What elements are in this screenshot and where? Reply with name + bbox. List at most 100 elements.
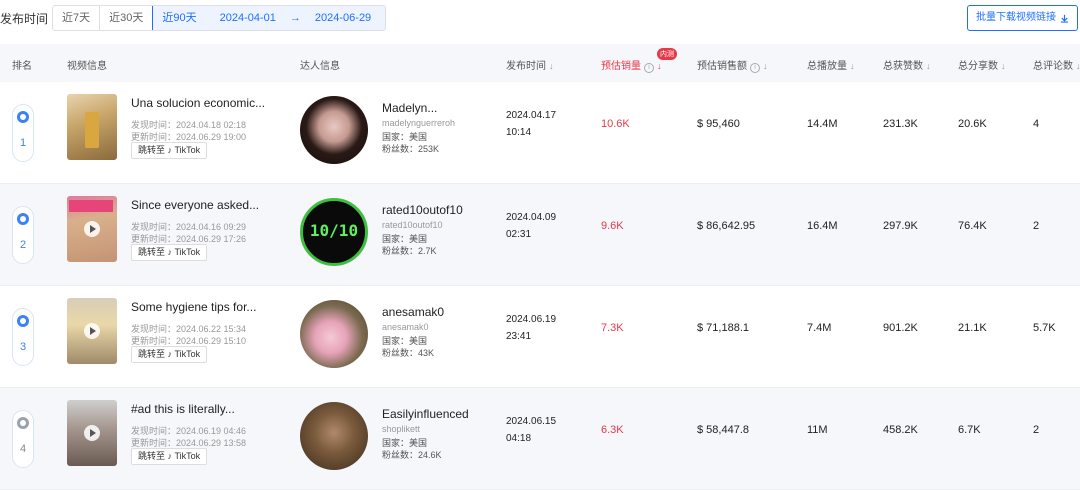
avatar-logo-text: 10/10 (309, 221, 359, 240)
video-ranking-table: 排名 视频信息 达人信息 发布时间 ↓ 预估销量 i ↓ 内测 预估销售额 i ↓ 总播放… (0, 44, 1080, 490)
total-plays: 14.4M (807, 118, 838, 130)
publish-date: 2024.04.17 (506, 110, 557, 121)
creator-avatar[interactable] (300, 96, 368, 164)
table-row[interactable]: 3 Some hygiene tips for... 发现时间：2024.06.… (0, 286, 1080, 388)
col-rank: 排名 (12, 61, 32, 72)
est-revenue: $ 95,460 (697, 118, 740, 130)
date-range-picker[interactable]: 2024-04-01 → 2024-06-29 (205, 6, 386, 30)
total-plays: 7.4M (807, 322, 832, 334)
rank-number: 1 (19, 137, 27, 149)
est-sales: 6.3K (601, 424, 624, 436)
sort-arrow-icon: ↓ (1001, 61, 1006, 71)
goto-tiktok-button[interactable]: 跳转至 ♪ TikTok (131, 244, 208, 261)
creator-handle: rated10outof10 (382, 220, 443, 230)
filter-bar: 发布时间 近7天 近30天 近90天 2024-04-01 → 2024-06-… (0, 0, 1080, 38)
total-shares: 76.4K (958, 220, 987, 232)
date-end: 2024-06-29 (314, 12, 372, 24)
goto-tiktok-button[interactable]: 跳转至 ♪ TikTok (131, 448, 208, 465)
col-est-revenue[interactable]: 预估销售额 i ↓ (697, 57, 768, 73)
rank-badge: 3 (12, 308, 34, 366)
total-comments: 2 (1033, 424, 1040, 436)
total-likes: 297.9K (883, 220, 918, 232)
medal-icon (17, 111, 29, 123)
video-title[interactable]: Some hygiene tips for... (131, 300, 256, 314)
col-publish-time[interactable]: 发布时间 ↓ (506, 57, 554, 72)
video-thumbnail[interactable] (67, 400, 117, 466)
total-comments: 5.7K (1033, 322, 1056, 334)
video-title[interactable]: Since everyone asked... (131, 198, 259, 212)
video-thumbnail[interactable] (67, 298, 117, 364)
publish-time: 10:14 (506, 127, 532, 138)
time-range-group: 近7天 近30天 近90天 2024-04-01 → 2024-06-29 (52, 5, 387, 31)
creator-name[interactable]: rated10outof10 (382, 203, 463, 217)
date-start: 2024-04-01 (219, 12, 276, 24)
rank-number: 3 (19, 341, 27, 353)
video-title[interactable]: Una solucion economic... (131, 96, 265, 110)
range-90-days-button[interactable]: 近90天 (152, 6, 207, 30)
creator-fans: 粉丝数：2.7K (382, 246, 437, 256)
sort-arrow-icon: ↓ (763, 61, 768, 71)
info-icon: i (750, 63, 760, 73)
sort-arrow-icon: ↓ (657, 61, 662, 71)
est-sales: 10.6K (601, 118, 630, 130)
medal-icon (17, 315, 29, 327)
creator-name[interactable]: Madelyn... (382, 101, 437, 115)
total-comments: 2 (1033, 220, 1040, 232)
creator-name[interactable]: anesamak0 (382, 305, 444, 319)
creator-name[interactable]: Easilyinfluenced (382, 407, 469, 421)
total-plays: 16.4M (807, 220, 838, 232)
goto-tiktok-button[interactable]: 跳转至 ♪ TikTok (131, 346, 208, 363)
video-thumbnail[interactable] (67, 196, 117, 262)
rank-number: 2 (19, 239, 27, 251)
col-comments[interactable]: 总评论数 ↓ (1033, 57, 1080, 72)
est-sales: 9.6K (601, 220, 624, 232)
date-arrow: → (289, 12, 301, 24)
rank-number: 4 (19, 443, 27, 455)
play-icon (84, 323, 100, 339)
total-shares: 21.1K (958, 322, 987, 334)
medal-icon (17, 213, 29, 225)
rank-badge: 4 (12, 410, 34, 468)
creator-fans: 粉丝数：43K (382, 348, 435, 358)
creator-avatar[interactable]: 10/10 (300, 198, 368, 266)
col-plays[interactable]: 总播放量 ↓ (807, 57, 855, 72)
publish-time-label: 发布时间 (0, 12, 49, 26)
est-sales: 7.3K (601, 322, 624, 334)
sort-arrow-icon: ↓ (850, 61, 855, 71)
goto-tiktok-button[interactable]: 跳转至 ♪ TikTok (131, 142, 208, 159)
total-likes: 231.3K (883, 118, 918, 130)
total-likes: 458.2K (883, 424, 918, 436)
sort-arrow-icon: ↓ (1076, 61, 1080, 71)
creator-avatar[interactable] (300, 402, 368, 470)
creator-avatar[interactable] (300, 300, 368, 368)
table-row[interactable]: 2 Since everyone asked... 发现时间：2024.04.1… (0, 184, 1080, 286)
publish-date: 2024.04.09 (506, 212, 557, 223)
col-est-sales[interactable]: 预估销量 i ↓ (601, 57, 662, 73)
table-row[interactable]: 4 #ad this is literally... 发现时间：2024.06.… (0, 388, 1080, 490)
creator-fans: 粉丝数：253K (382, 144, 440, 154)
col-likes[interactable]: 总获赞数 ↓ (883, 57, 931, 72)
table-row[interactable]: 1 Una solucion economic... 发现时间：2024.04.… (0, 82, 1080, 184)
range-7-days-button[interactable]: 近7天 (53, 6, 101, 30)
sort-arrow-icon: ↓ (926, 61, 931, 71)
creator-handle: shoplikett (382, 424, 421, 434)
publish-time: 02:31 (506, 229, 532, 240)
video-title[interactable]: #ad this is literally... (131, 402, 235, 416)
col-video: 视频信息 (67, 61, 107, 72)
total-comments: 4 (1033, 118, 1040, 130)
play-icon (84, 425, 100, 441)
batch-download-button[interactable]: 批量下载视频链接 (967, 5, 1078, 31)
col-creator: 达人信息 (300, 61, 340, 72)
play-icon (84, 221, 100, 237)
video-thumbnail[interactable] (67, 94, 117, 160)
publish-date: 2024.06.15 (506, 416, 557, 427)
batch-download-label: 批量下载视频链接 (976, 12, 1056, 23)
download-icon (1060, 14, 1069, 23)
rank-badge: 1 (12, 104, 34, 162)
range-30-days-button[interactable]: 近30天 (100, 6, 154, 30)
total-plays: 11M (807, 424, 828, 436)
beta-badge: 内测 (657, 48, 677, 60)
col-shares[interactable]: 总分享数 ↓ (958, 57, 1006, 72)
creator-handle: anesamak0 (382, 322, 429, 332)
est-revenue: $ 58,447.8 (697, 424, 749, 436)
